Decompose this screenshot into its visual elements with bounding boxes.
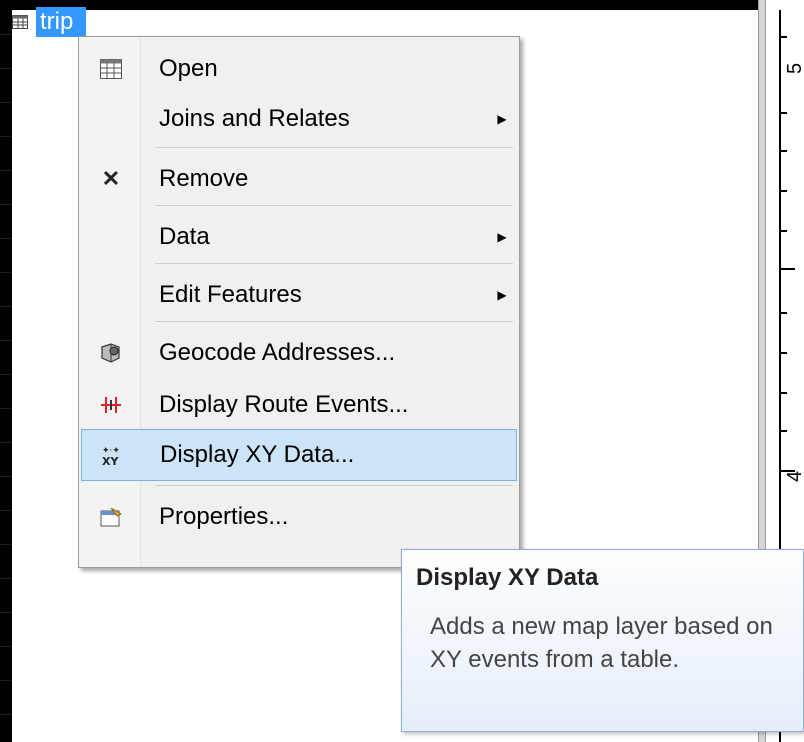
command-tooltip: Display XY Data Adds a new map layer bas… (401, 549, 804, 732)
ruler-tick (781, 36, 787, 38)
remove-x-icon: ✕ (101, 166, 121, 191)
menu-separator (155, 205, 513, 206)
menu-item-data[interactable]: Data ▶ (81, 211, 517, 263)
menu-item-label: Geocode Addresses... (159, 339, 396, 366)
menu-item-label: Open (159, 55, 218, 82)
svg-text:XY: XY (102, 455, 119, 467)
route-events-icon (81, 379, 141, 431)
menu-item-joins-and-relates[interactable]: Joins and Relates ▶ (81, 93, 517, 145)
ruler-tick (781, 352, 787, 354)
menu-item-display-xy-data[interactable]: ✦·✦ XY Display XY Data... (81, 429, 517, 481)
menu-item-open[interactable]: Open (81, 43, 517, 95)
top-strip (0, 0, 760, 10)
ruler-tick (781, 190, 787, 192)
menu-separator (155, 147, 513, 148)
tooltip-title: Display XY Data (416, 564, 599, 591)
table-icon (12, 15, 28, 29)
menu-item-label: Properties... (159, 503, 289, 530)
menu-separator (155, 485, 513, 486)
ruler-tick (781, 150, 787, 152)
map-background (0, 0, 12, 742)
menu-item-display-route-events[interactable]: Display Route Events... (81, 379, 517, 431)
menu-separator (155, 263, 513, 264)
menu-item-geocode-addresses[interactable]: Geocode Addresses... (81, 327, 517, 379)
geocode-icon (81, 327, 141, 379)
toc-layer-row[interactable]: trip (12, 7, 86, 37)
layer-context-menu: Open Joins and Relates ▶ ✕ Remove Data ▶… (78, 36, 520, 568)
menu-item-label: Edit Features (159, 281, 302, 308)
menu-item-label: Data (159, 223, 210, 250)
table-open-icon (81, 43, 141, 95)
menu-item-label: Remove (159, 165, 249, 192)
menu-item-edit-features[interactable]: Edit Features ▶ (81, 269, 517, 321)
submenu-arrow-icon: ▶ (497, 112, 507, 126)
menu-separator (155, 321, 513, 322)
ruler-tick (781, 392, 787, 394)
menu-item-label: Display Route Events... (159, 391, 409, 418)
properties-icon (81, 491, 141, 543)
tooltip-description: Adds a new map layer based on XY events … (430, 613, 773, 673)
menu-item-remove[interactable]: ✕ Remove (81, 153, 517, 205)
menu-item-label: Display XY Data... (160, 441, 355, 468)
ruler-tick (781, 230, 787, 232)
ruler-label-5: 5 (784, 62, 804, 74)
submenu-arrow-icon: ▶ (497, 288, 507, 302)
ruler-tick (781, 430, 787, 432)
submenu-arrow-icon: ▶ (497, 230, 507, 244)
layer-name-label[interactable]: trip (36, 7, 86, 37)
ruler-label-4: 4 (784, 470, 804, 482)
ruler-tick (781, 112, 787, 114)
ruler-tick (781, 268, 795, 270)
ruler-tick (781, 312, 787, 314)
xy-data-icon: ✦·✦ XY (82, 429, 142, 481)
menu-item-label: Joins and Relates (159, 105, 350, 132)
menu-item-properties[interactable]: Properties... (81, 491, 517, 543)
